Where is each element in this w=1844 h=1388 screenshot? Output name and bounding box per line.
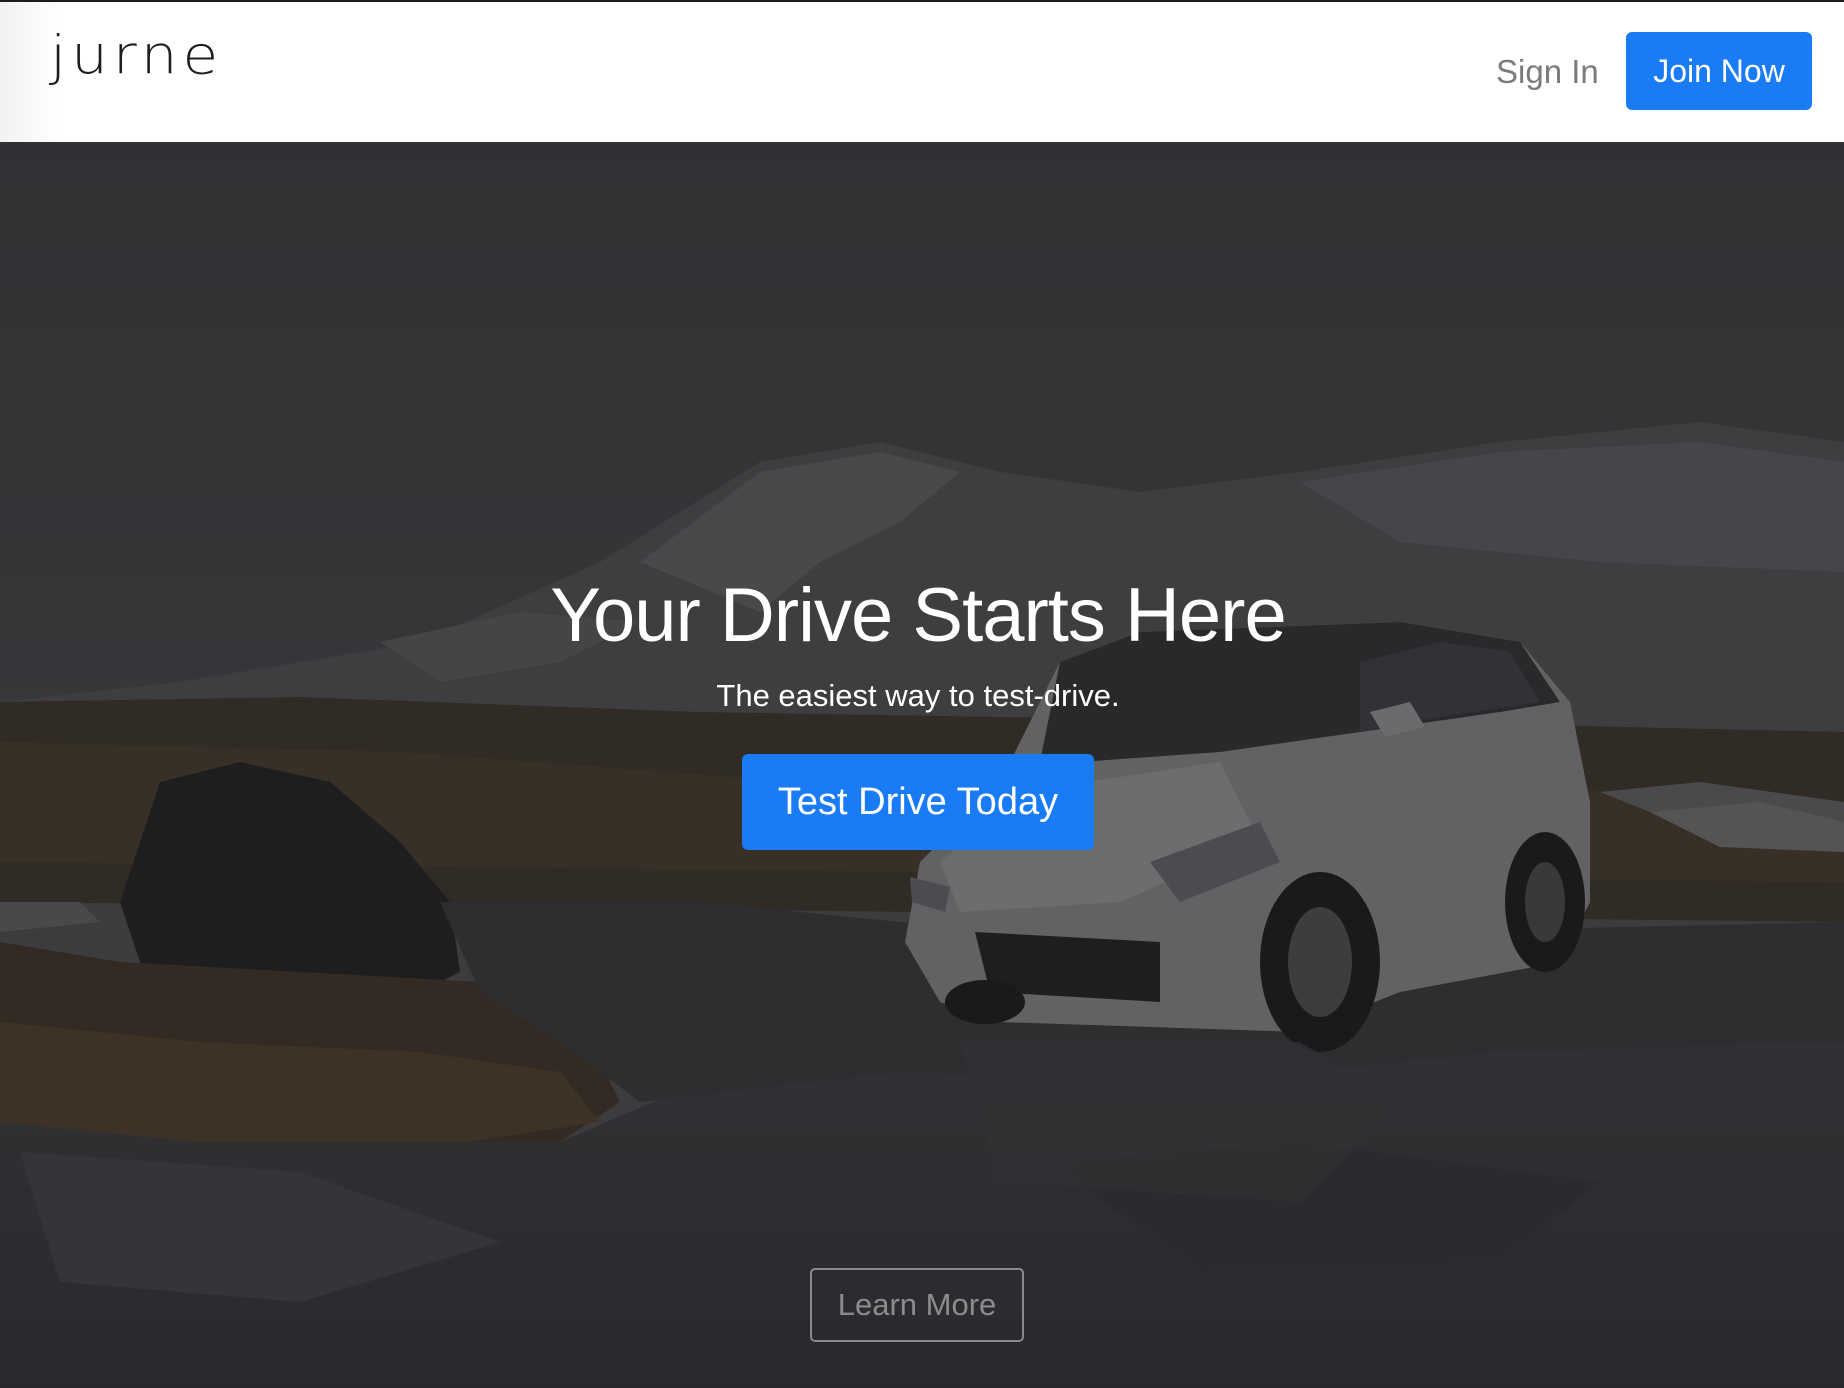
sign-in-link[interactable]: Sign In bbox=[1496, 52, 1599, 92]
brand-logo[interactable]: jurne bbox=[50, 28, 223, 81]
hero-subtitle: The easiest way to test-drive. bbox=[716, 678, 1120, 713]
hero-section: Your Drive Starts Here The easiest way t… bbox=[0, 142, 1844, 1388]
learn-more-button[interactable]: Learn More bbox=[810, 1268, 1024, 1342]
navbar: jurne Sign In Join Now bbox=[0, 2, 1844, 142]
join-now-button[interactable]: Join Now bbox=[1626, 32, 1812, 110]
hero-title: Your Drive Starts Here bbox=[550, 573, 1286, 658]
test-drive-button[interactable]: Test Drive Today bbox=[742, 754, 1094, 850]
landing-page: jurne Sign In Join Now Your Drive Starts… bbox=[0, 0, 1844, 1388]
